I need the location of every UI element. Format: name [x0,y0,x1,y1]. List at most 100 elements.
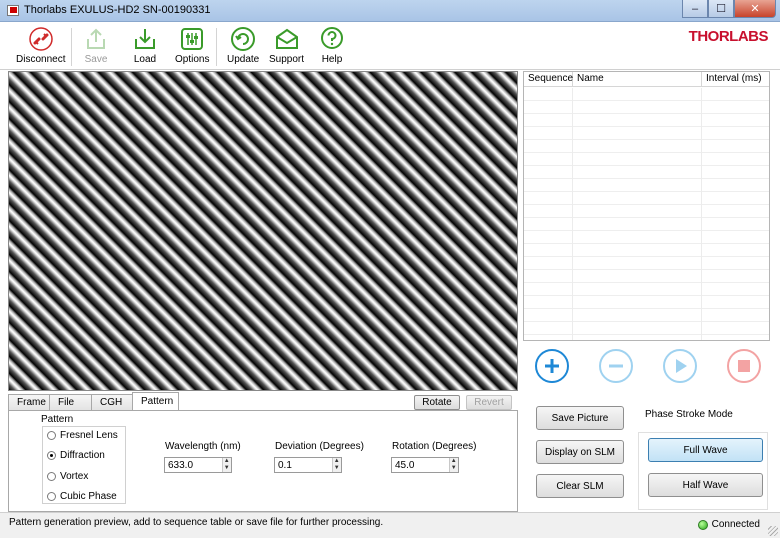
save-button[interactable]: Save [82,26,110,68]
update-label: Update [227,54,260,65]
maximize-button[interactable]: ☐ [708,0,734,18]
clear-slm-button[interactable]: Clear SLM [536,474,624,498]
connection-status: Connected [697,519,760,530]
update-icon [229,26,257,52]
status-bar: Pattern generation preview, add to seque… [0,512,780,538]
deviation-label: Deviation (Degrees) [275,441,364,452]
toolbar-separator [71,28,72,66]
phase-stroke-mode-title: Phase Stroke Mode [645,409,733,420]
window-controls: – ☐ ✕ [682,0,776,18]
connection-label: Connected [711,519,760,530]
deviation-input[interactable] [275,458,332,472]
chevron-up-icon[interactable]: ▲ [222,458,231,465]
rotate-button[interactable]: Rotate [414,395,460,410]
status-message: Pattern generation preview, add to seque… [9,517,384,528]
radio-diffraction[interactable]: Diffraction [47,450,105,461]
support-button[interactable]: Support [269,26,304,68]
toolbar-separator [216,28,217,66]
brand-bold: THOR [688,28,730,45]
radio-button-selected[interactable] [47,451,56,460]
chevron-up-icon[interactable]: ▲ [332,458,341,465]
display-on-slm-button[interactable]: Display on SLM [536,440,624,464]
sequence-table[interactable]: Sequence Name Interval (ms) [523,71,770,341]
plus-icon [545,359,559,373]
minimize-button[interactable]: – [682,0,708,18]
sequence-table-body[interactable] [524,88,769,340]
load-label: Load [133,54,157,65]
column-divider [572,88,573,340]
wavelength-field[interactable]: ▲▼ [164,457,232,473]
help-icon [318,26,346,52]
rotation-field[interactable]: ▲▼ [391,457,459,473]
close-button[interactable]: ✕ [734,0,776,18]
save-picture-button[interactable]: Save Picture [536,406,624,430]
tab-strip: Frame File CGH Pattern [8,392,179,411]
half-wave-button[interactable]: Half Wave [648,473,763,497]
save-label: Save [84,54,108,65]
radio-label: Fresnel Lens [60,430,118,441]
wavelength-label: Wavelength (nm) [165,441,241,452]
brand-thin: LABS [729,28,768,45]
spinner-arrows[interactable]: ▲ ▼ [448,458,458,472]
update-button[interactable]: Update [227,26,259,68]
stop-icon [738,360,750,372]
load-icon [131,26,159,52]
rotation-input[interactable] [392,458,449,472]
load-button[interactable]: Load [131,26,159,68]
radio-cubic-phase[interactable]: Cubic Phase [47,491,117,502]
play-sequence-button[interactable] [663,349,697,383]
help-button[interactable]: Help [318,26,346,68]
revert-button[interactable]: Revert [466,395,512,410]
radio-label: Cubic Phase [60,491,117,502]
column-divider [701,88,702,340]
disconnect-label: Disconnect [16,54,66,65]
tab-frame[interactable]: Frame [8,394,50,411]
radio-button[interactable] [47,431,56,440]
support-icon [273,26,301,52]
radio-label: Diffraction [60,450,105,461]
column-interval[interactable]: Interval (ms) [702,72,769,86]
wavelength-input[interactable] [165,458,222,472]
connection-led-icon [697,519,708,530]
disconnect-button[interactable]: Disconnect [16,26,65,68]
radio-vortex[interactable]: Vortex [47,471,88,482]
radio-fresnel-lens[interactable]: Fresnel Lens [47,430,118,441]
add-sequence-button[interactable] [535,349,569,383]
window-title: Thorlabs EXULUS-HD2 SN-00190331 [24,4,211,16]
column-name[interactable]: Name [573,72,702,86]
radio-button[interactable] [47,472,56,481]
options-button[interactable]: Options [175,26,209,68]
options-icon [178,26,206,52]
disconnect-icon [27,26,55,52]
resize-grip[interactable] [768,526,778,536]
full-wave-button[interactable]: Full Wave [648,438,763,462]
column-sequence[interactable]: Sequence [524,72,573,86]
rotation-label: Rotation (Degrees) [392,441,477,452]
toolbar: Disconnect Save Load Options Update Supp… [0,22,780,70]
tab-file[interactable]: File [49,394,92,411]
pattern-preview [8,71,518,391]
pattern-group-title: Pattern [41,414,74,425]
tab-pattern[interactable]: Pattern [132,392,179,411]
options-label: Options [175,54,210,65]
spinner-arrows[interactable]: ▲ ▼ [331,458,341,472]
play-icon [676,359,687,373]
deviation-field[interactable]: ▲▼ [274,457,342,473]
tab-cgh[interactable]: CGH [91,394,133,411]
stop-sequence-button[interactable] [727,349,761,383]
chevron-down-icon[interactable]: ▼ [449,465,458,472]
chevron-up-icon[interactable]: ▲ [449,458,458,465]
radio-button[interactable] [47,492,56,501]
save-icon [82,26,110,52]
chevron-down-icon[interactable]: ▼ [222,465,231,472]
chevron-down-icon[interactable]: ▼ [332,465,341,472]
spinner-arrows[interactable]: ▲ ▼ [221,458,231,472]
help-label: Help [321,54,343,65]
minus-icon [609,364,623,368]
app-icon [7,5,19,16]
sequence-table-header: Sequence Name Interval (ms) [524,72,769,87]
title-bar: Thorlabs EXULUS-HD2 SN-00190331 – ☐ ✕ [0,0,780,22]
remove-sequence-button[interactable] [599,349,633,383]
support-label: Support [269,54,305,65]
thorlabs-logo: THORLABS [688,28,769,45]
